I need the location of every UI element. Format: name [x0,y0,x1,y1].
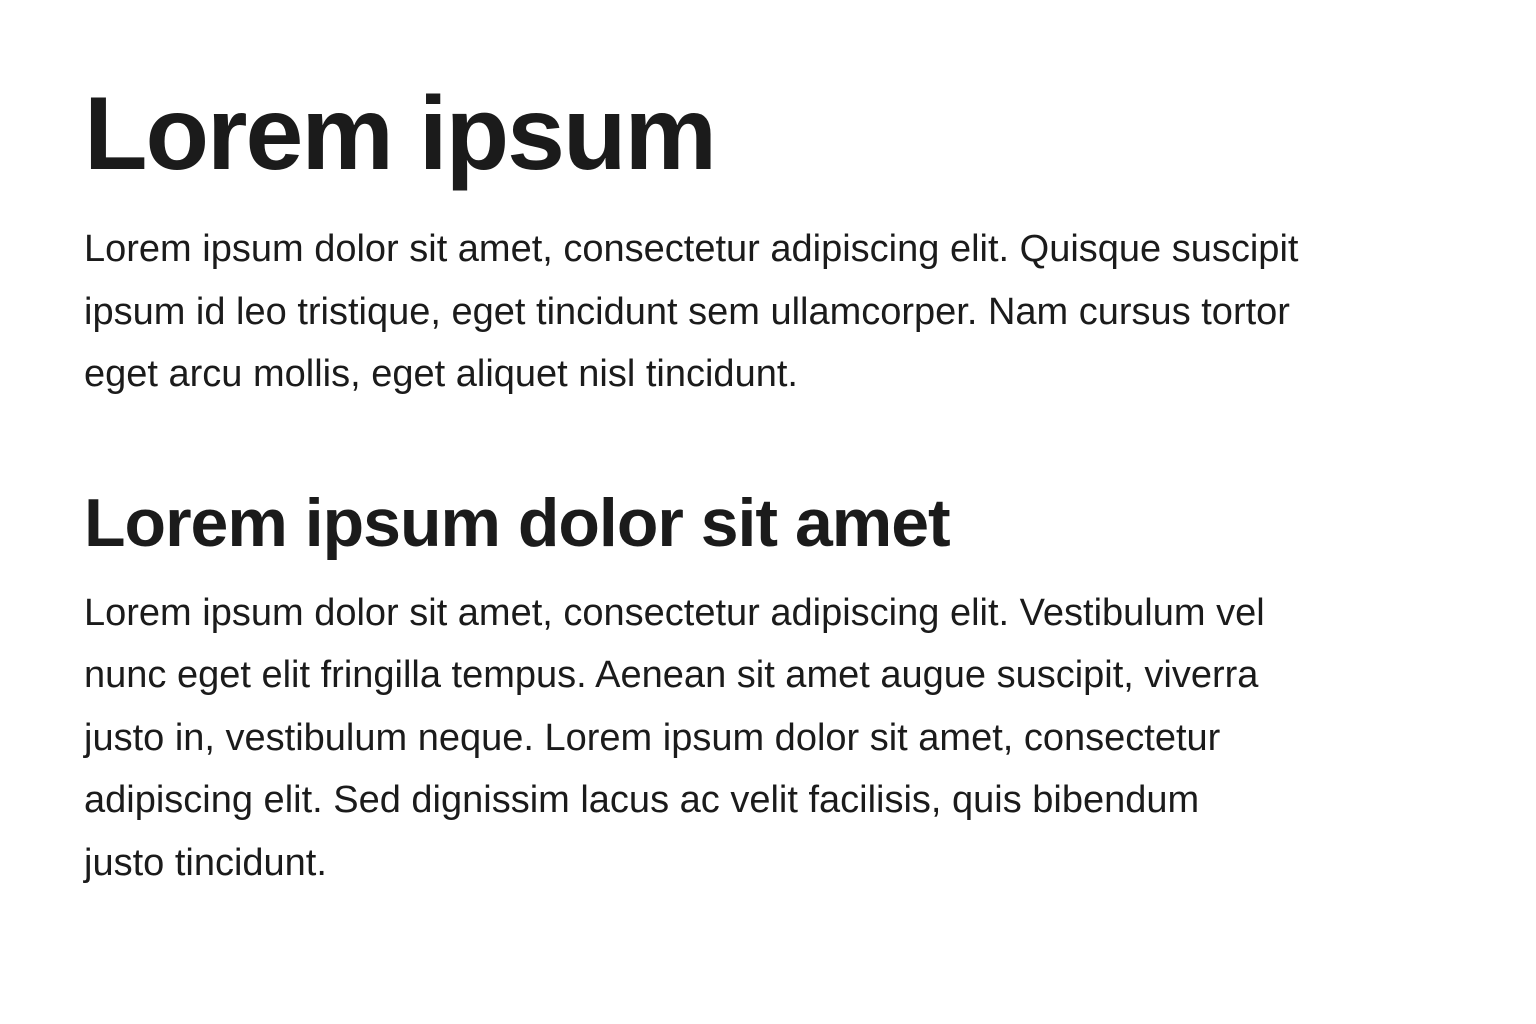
section-heading: Lorem ipsum dolor sit amet [84,484,951,561]
paragraph-line: justo in, vestibulum neque. Lorem ipsum … [84,716,1221,759]
section-paragraph: Lorem ipsum dolor sit amet, consectetur … [84,582,1464,895]
intro-paragraph: Lorem ipsum dolor sit amet, consectetur … [84,218,1464,406]
paragraph-line: Lorem ipsum dolor sit amet, consectetur … [84,228,1299,270]
paragraph-line: ipsum id leo tristique, eget tincidunt s… [84,290,1290,333]
paragraph-line: Lorem ipsum dolor sit amet, consectetur … [84,591,1265,634]
paragraph-line: adipiscing elit. Sed dignissim lacus ac … [84,779,1200,821]
paragraph-line: nunc eget elit fringilla tempus. Aenean … [84,654,1259,696]
page-title: Lorem ipsum [84,76,717,192]
paragraph-line: justo tincidunt. [84,841,327,884]
document-page: Lorem ipsum Lorem ipsum dolor sit amet, … [0,0,1536,1024]
paragraph-line: eget arcu mollis, eget aliquet nisl tinc… [84,353,798,395]
